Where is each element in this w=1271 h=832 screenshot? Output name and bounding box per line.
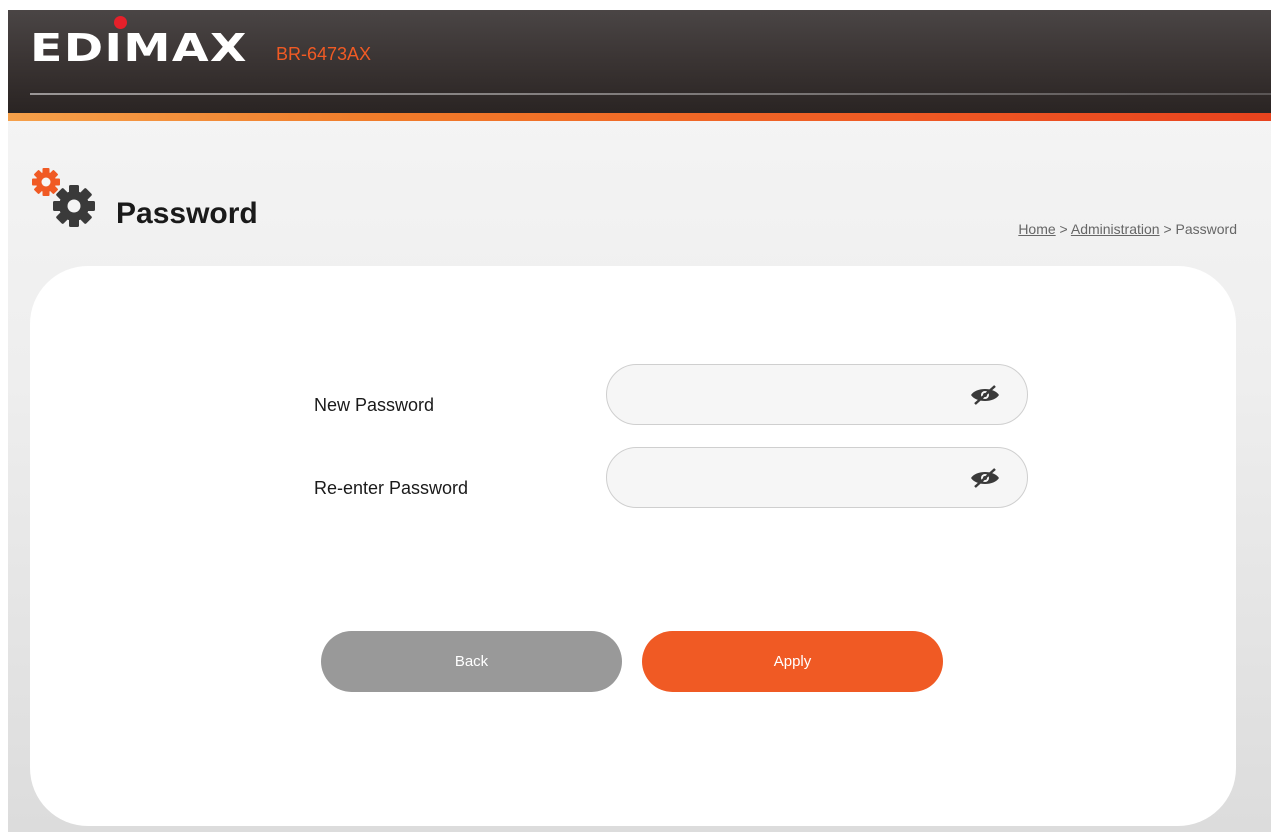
header-divider — [30, 93, 1271, 95]
eye-hidden-icon[interactable] — [967, 466, 1003, 490]
page-title: Password — [116, 197, 258, 230]
reenter-password-input[interactable] — [629, 448, 949, 507]
breadcrumb-separator: > — [1055, 221, 1071, 237]
header-bar: EDIMAX BR-6473AX — [8, 10, 1271, 113]
reenter-password-label: Re-enter Password — [314, 478, 469, 498]
accent-bar — [8, 113, 1271, 121]
new-password-input[interactable] — [629, 365, 949, 424]
model-name: BR-6473AX — [276, 44, 372, 64]
edimax-logo: EDIMAX — [30, 26, 248, 70]
apply-button[interactable]: Apply — [642, 631, 943, 692]
new-password-field[interactable] — [606, 364, 1028, 425]
eye-hidden-icon[interactable] — [967, 383, 1003, 407]
back-button[interactable]: Back — [321, 631, 622, 692]
breadcrumb-separator: > — [1159, 221, 1176, 237]
gears-icon — [26, 160, 106, 230]
password-form-card: New Password Re-enter Password Back Appl… — [30, 266, 1236, 826]
logo-dot — [114, 16, 127, 29]
breadcrumb-administration-link[interactable]: Administration — [1071, 221, 1160, 237]
page: EDIMAX BR-6473AX Password Home > Adminis… — [8, 10, 1271, 832]
breadcrumb-current: Password — [1175, 221, 1237, 237]
breadcrumb-home-link[interactable]: Home — [1018, 221, 1055, 237]
breadcrumb: Home > Administration > Password — [1018, 220, 1237, 238]
new-password-label: New Password — [314, 395, 435, 415]
reenter-password-field[interactable] — [606, 447, 1028, 508]
